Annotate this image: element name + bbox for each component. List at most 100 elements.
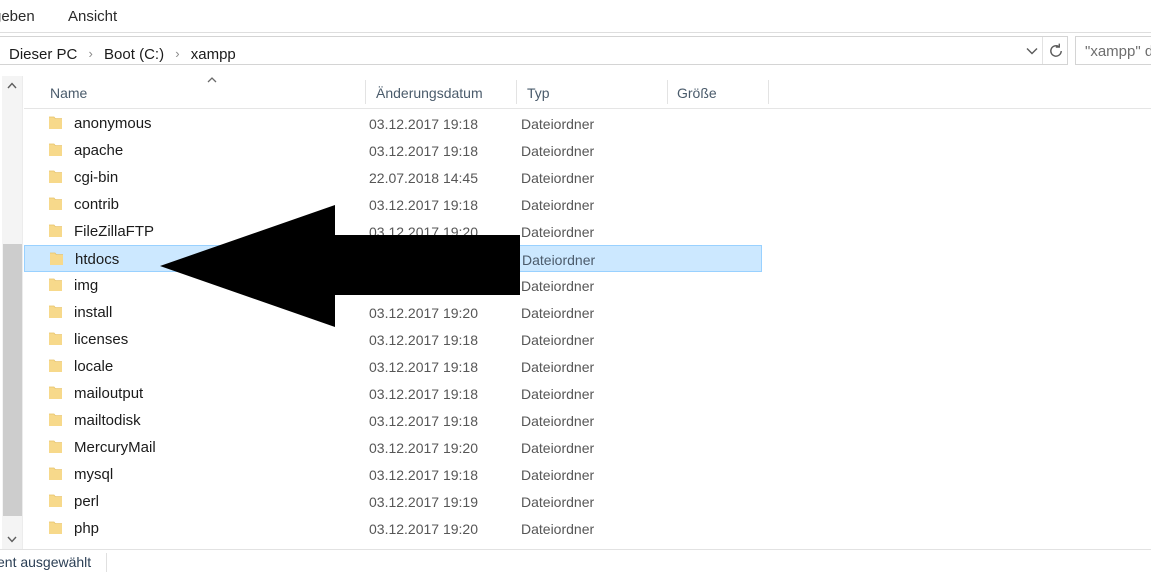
breadcrumb-separator: › [175,46,180,61]
folder-icon [48,305,63,319]
file-name-cell: FileZillaFTP [74,223,155,240]
folder-icon [48,521,63,535]
file-date-cell: 03.12.2017 19:18 [369,467,478,483]
file-date-cell: 22.07.2018 14:45 [369,170,478,186]
column-divider[interactable] [667,80,668,104]
search-input[interactable]: "xampp" d [1075,36,1151,65]
file-name-cell: MercuryMail [74,439,156,456]
file-name-cell: mailoutput [74,385,144,402]
ribbon-tab-strip: geben Ansicht [0,0,1151,33]
column-divider[interactable] [365,80,366,104]
folder-icon [48,440,63,454]
scroll-down-arrow-icon[interactable] [2,530,22,548]
status-bar: ent ausgewählt [0,549,1151,575]
table-row[interactable]: apache 03.12.2017 19:18 Dateiordner [24,137,762,164]
address-bar: Dieser PC › Boot (C:) › xampp "xampp" d [0,34,1151,68]
folder-icon [48,197,63,211]
file-date-cell: 03.12.2017 19:18 [369,386,478,402]
folder-icon [48,170,63,184]
file-name-cell: contrib [74,196,120,213]
scrollbar-thumb[interactable] [3,244,22,516]
file-name-cell: img [74,277,99,294]
column-divider[interactable] [516,80,517,104]
file-name-cell: cgi-bin [74,169,119,186]
file-name-cell: mailtodisk [74,412,141,429]
file-date-cell: 03.12.2017 19:18 [369,332,478,348]
file-type-cell: Dateiordner [521,440,595,456]
chevron-down-icon[interactable] [1022,43,1042,59]
file-date-cell: 03.12.2017 19:20 [369,521,478,537]
file-type-cell: Dateiordner [521,278,595,294]
table-row[interactable]: licenses 03.12.2017 19:18 Dateiordner [24,326,762,353]
breadcrumb-separator: › [88,46,93,61]
table-row[interactable]: perl 03.12.2017 19:19 Dateiordner [24,488,762,515]
file-type-cell: Dateiordner [521,197,595,213]
table-row[interactable]: mailtodisk 03.12.2017 19:18 Dateiordner [24,407,762,434]
file-name-cell: php [74,520,100,537]
file-type-cell: Dateiordner [522,252,596,268]
file-type-cell: Dateiordner [521,494,595,510]
file-type-cell: Dateiordner [521,224,595,240]
file-date-cell: 03.12.2017 19:18 [369,116,478,132]
column-header-type[interactable]: Typ [527,85,550,101]
file-date-cell: 03.12.2017 19:18 [369,413,478,429]
file-type-cell: Dateiordner [521,170,595,186]
table-row[interactable]: locale 03.12.2017 19:18 Dateiordner [24,353,762,380]
table-row[interactable]: img 03.12.2017 19:18 Dateiordner [24,272,762,299]
file-type-cell: Dateiordner [521,521,595,537]
folder-icon [48,359,63,373]
breadcrumb: Dieser PC › Boot (C:) › xampp [9,46,236,63]
file-type-cell: Dateiordner [521,305,595,321]
tab-freigeben[interactable]: geben [0,8,35,26]
tab-ansicht[interactable]: Ansicht [68,8,117,26]
file-name-cell: locale [74,358,114,375]
file-name-cell: mysql [74,466,114,483]
folder-icon [48,116,63,130]
column-header-row: Name Änderungsdatum Typ Größe [24,76,1151,109]
file-date-cell: 03.12.2017 19:18 [369,359,478,375]
file-name-cell: perl [74,493,100,510]
table-row[interactable]: mysql 03.12.2017 19:18 Dateiordner [24,461,762,488]
folder-icon [48,143,63,157]
breadcrumb-item-xampp[interactable]: xampp [191,46,236,63]
table-row[interactable]: cgi-bin 22.07.2018 14:45 Dateiordner [24,164,762,191]
folder-icon [48,386,63,400]
column-header-size[interactable]: Größe [677,85,717,101]
vertical-scrollbar[interactable] [2,76,23,549]
column-header-date[interactable]: Änderungsdatum [376,85,483,101]
file-name-cell: licenses [74,331,129,348]
file-date-cell: 03.12.2017 19:18 [369,143,478,159]
file-type-cell: Dateiordner [521,467,595,483]
column-divider[interactable] [768,80,769,104]
scroll-up-arrow-icon[interactable] [2,77,22,95]
table-row[interactable]: MercuryMail 03.12.2017 19:20 Dateiordner [24,434,762,461]
table-row[interactable]: FileZillaFTP 03.12.2017 19:20 Dateiordner [24,218,762,245]
table-row[interactable]: htdocs 03.12.2017 19:20 Dateiordner [24,245,762,272]
file-type-cell: Dateiordner [521,143,595,159]
file-type-cell: Dateiordner [521,116,595,132]
table-row[interactable]: php 03.12.2017 19:20 Dateiordner [24,515,762,542]
file-name-cell: apache [74,142,124,159]
breadcrumb-item-dieser-pc[interactable]: Dieser PC [9,46,77,63]
table-row[interactable]: mailoutput 03.12.2017 19:18 Dateiordner [24,380,762,407]
search-input-value: "xampp" d [1085,43,1151,60]
folder-icon [48,494,63,508]
folder-icon [48,467,63,481]
table-row[interactable]: anonymous 03.12.2017 19:18 Dateiordner [24,110,762,137]
file-name-cell: htdocs [75,251,120,268]
table-row[interactable]: contrib 03.12.2017 19:18 Dateiordner [24,191,762,218]
file-name-cell: install [74,304,113,321]
file-type-cell: Dateiordner [521,332,595,348]
table-row[interactable]: install 03.12.2017 19:20 Dateiordner [24,299,762,326]
file-date-cell: 03.12.2017 19:20 [369,224,478,240]
file-type-cell: Dateiordner [521,386,595,402]
folder-icon [48,224,63,238]
column-header-name[interactable]: Name [50,85,87,101]
folder-icon [48,278,63,292]
refresh-icon[interactable] [1042,37,1068,64]
status-selection-text: ent ausgewählt [0,554,92,570]
breadcrumb-item-boot-c[interactable]: Boot (C:) [104,46,164,63]
folder-icon [48,413,63,427]
file-type-cell: Dateiordner [521,413,595,429]
address-input[interactable]: Dieser PC › Boot (C:) › xampp [0,36,1068,65]
